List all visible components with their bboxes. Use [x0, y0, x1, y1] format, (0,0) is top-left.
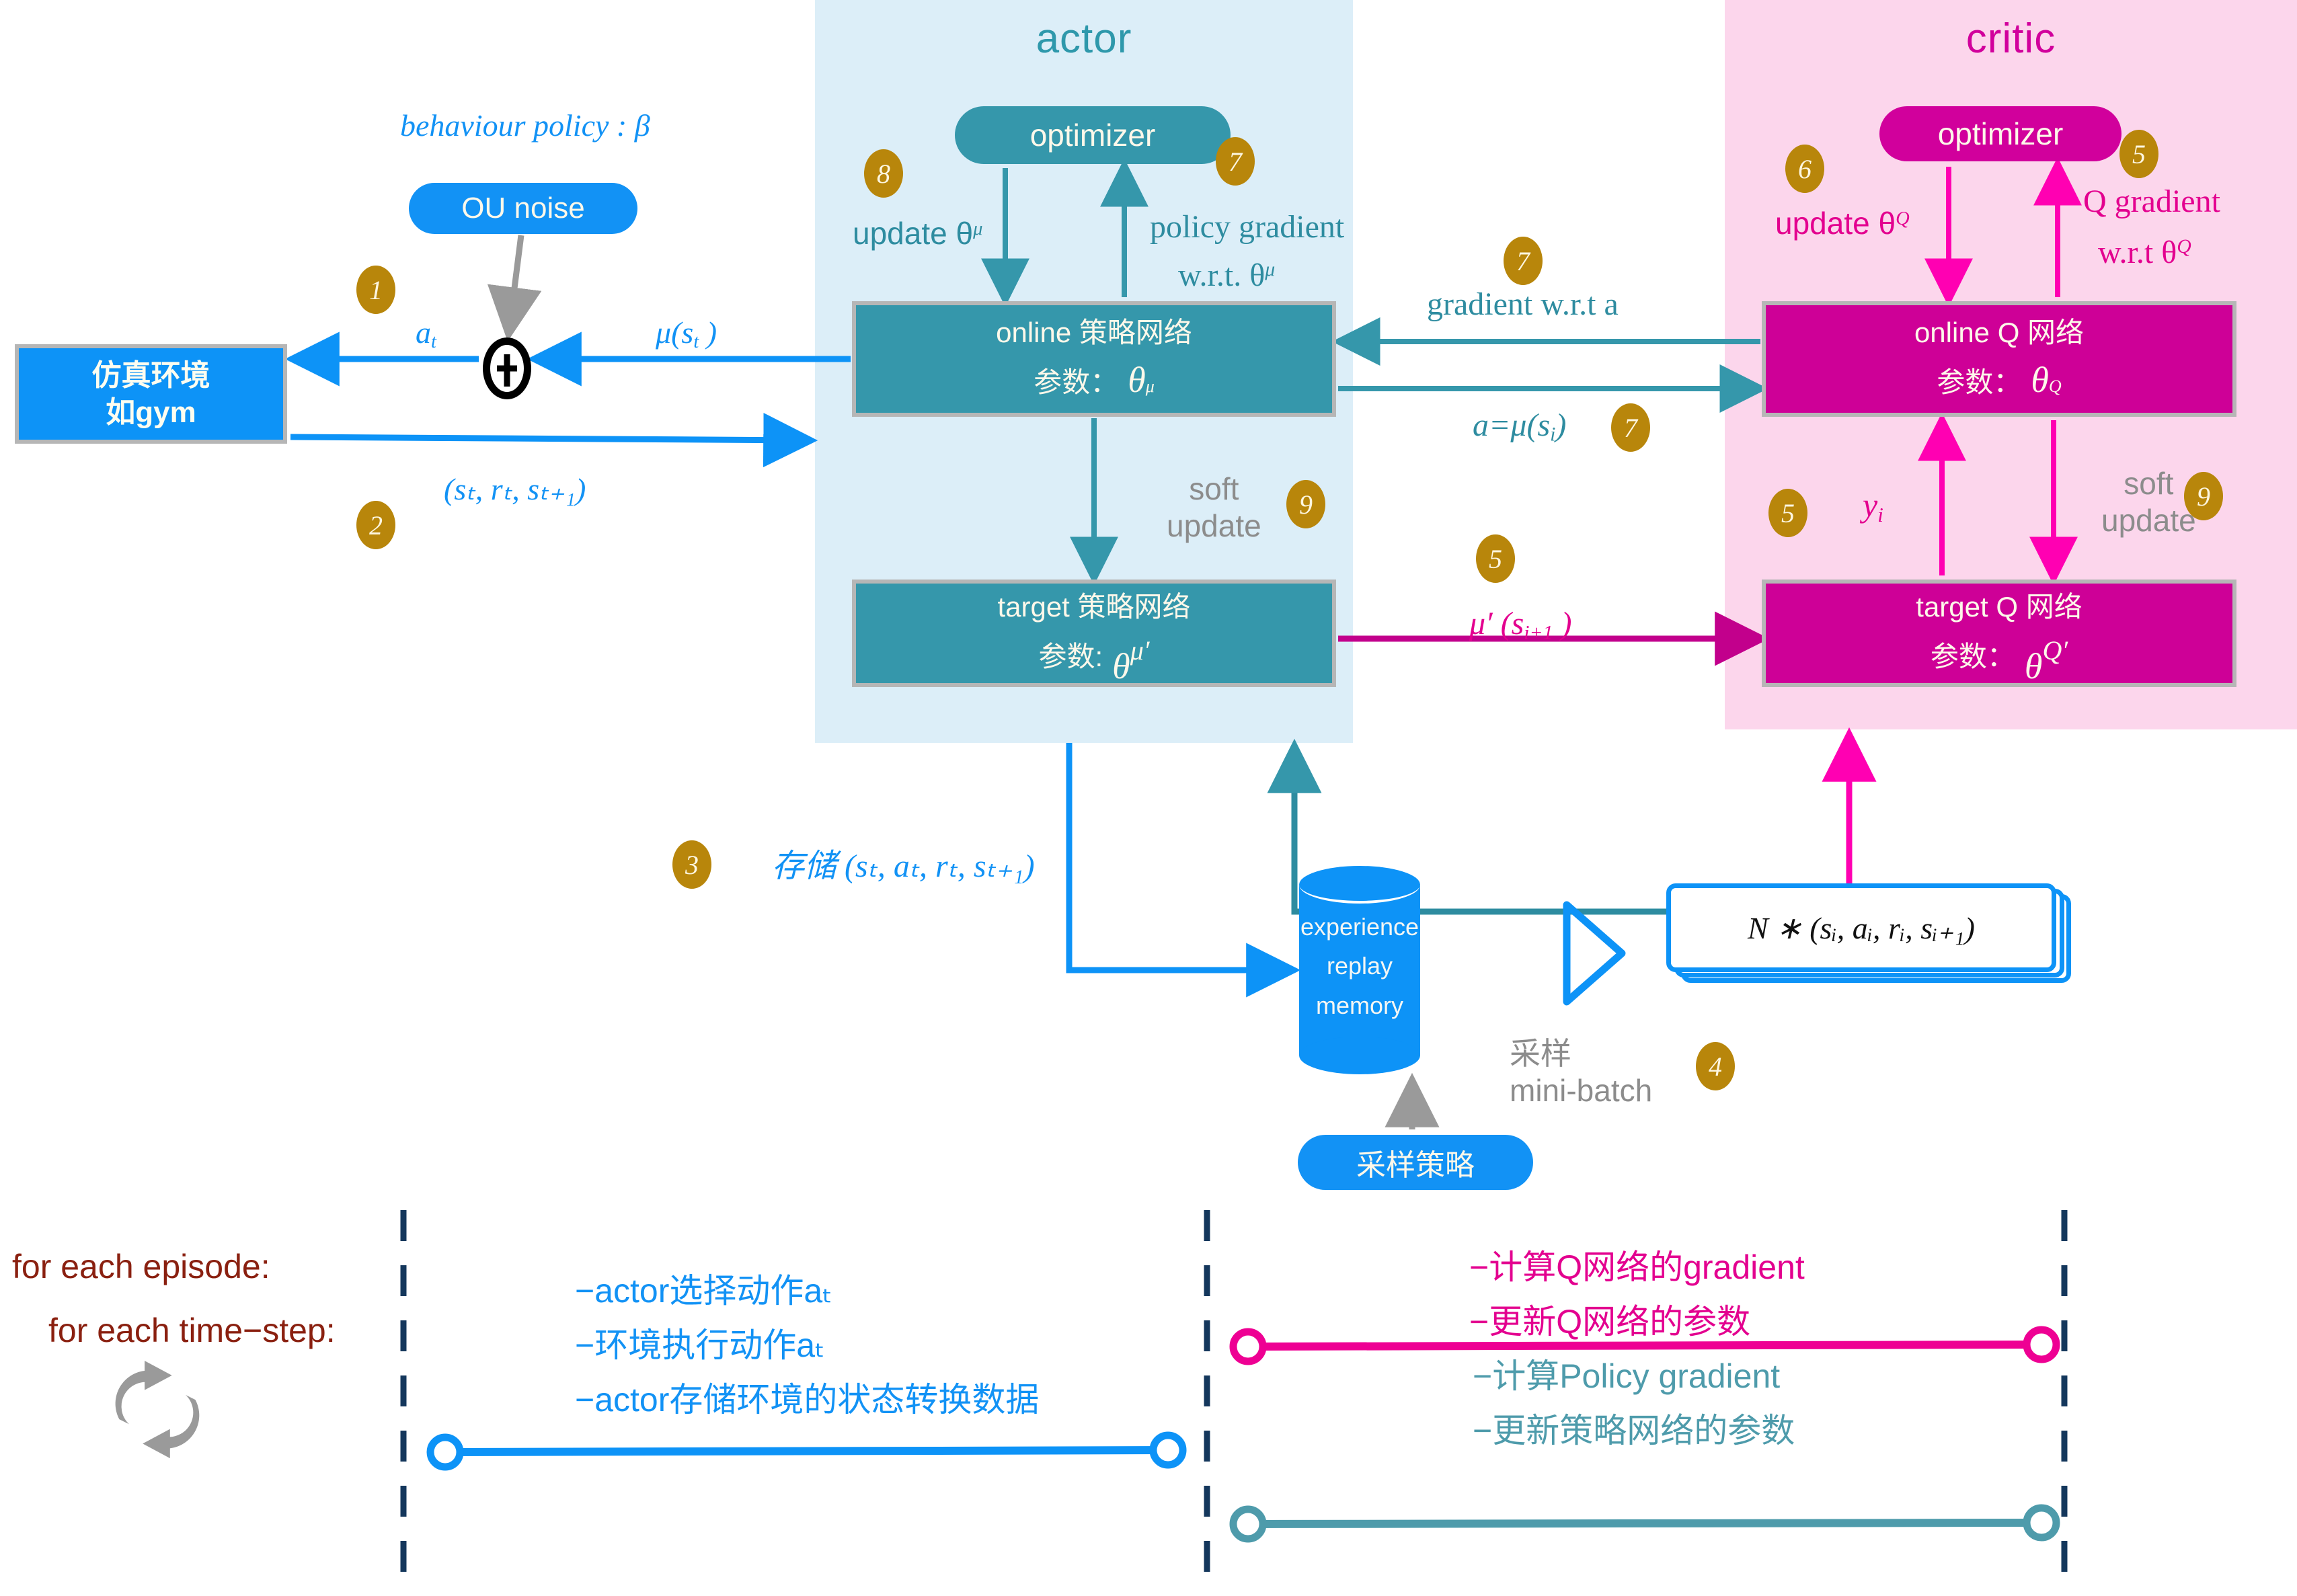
target-q-params-label: 参数：	[1930, 641, 2015, 673]
replay-line-1: experience	[1300, 913, 1419, 941]
step-badge-5-5: 5	[1768, 489, 1807, 537]
action-at-label: at	[416, 315, 436, 353]
experience-replay-memory: experience replay memory	[1299, 866, 1420, 1074]
online-policy-params-label: 参数：	[1034, 366, 1119, 399]
replay-line-2: replay	[1326, 952, 1393, 980]
a-equals-mu-label: a=μ(si)	[1473, 407, 1567, 446]
q-gradient-label-2: w.r.t θQ	[2098, 235, 2191, 270]
ou-noise-label: OU noise	[461, 192, 585, 225]
legend-loop-title-1: for each episode:	[12, 1248, 270, 1285]
target-q-theta: θ	[2024, 646, 2043, 687]
critic-panel-title: critic	[1965, 15, 2056, 62]
step-badge-7-9: 7	[1504, 237, 1543, 285]
critic-soft-update-label: soft update	[2101, 466, 2196, 538]
step-badge-5-4: 5	[1476, 534, 1515, 583]
sample-minibatch-label: 采样 mini-batch	[1510, 1036, 1653, 1109]
critic-optimizer-node: optimizer	[1879, 106, 2121, 161]
online-q-params-label: 参数：	[1937, 366, 2022, 399]
gradient-wrt-a-label: gradient w.r.t a	[1427, 286, 1619, 322]
actor-panel-title: actor	[1036, 15, 1132, 62]
step-badge-2-1: 2	[356, 501, 395, 549]
legend-critic-steps: −计算Q网络的gradient −更新Q网络的参数	[1469, 1240, 1805, 1349]
legend-blue-item-1: −环境执行动作aₜ	[575, 1326, 825, 1364]
q-gradient-label-1: Q gradient	[2083, 184, 2220, 219]
sum-plus-icon	[483, 337, 531, 399]
online-q-title: online Q 网络	[1914, 317, 2085, 349]
sampling-policy-label: 采样策略	[1356, 1149, 1475, 1182]
refresh-cycle-icon	[115, 1361, 200, 1459]
legend-actor-steps: −actor选择动作aₜ −环境执行动作aₜ −actor存储环境的状态转换数据	[575, 1264, 1039, 1427]
online-policy-theta-sup: μ	[1145, 376, 1155, 397]
store-transition-label: 存储 (sₜ, aₜ, rₜ, sₜ₊₁)	[772, 848, 1035, 884]
environment-box: 仿真环境 如gym	[15, 344, 287, 444]
target-policy-title: target 策略网络	[997, 591, 1191, 623]
replay-line-3: memory	[1315, 991, 1403, 1019]
target-q-title: target Q 网络	[1916, 591, 2082, 623]
policy-gradient-label-2: w.r.t. θμ	[1178, 257, 1276, 293]
online-q-theta: θ	[2031, 360, 2049, 401]
legend-teal-item-0: −计算Policy gradient	[1473, 1357, 1781, 1395]
actor-optimizer-label: optimizer	[1029, 118, 1156, 153]
transition-tuple-label: (sₜ, rₜ, sₜ₊₁)	[444, 472, 586, 506]
target-q-network-box: target Q 网络 参数： θ Q′	[1762, 580, 2236, 687]
step-badge-4-3: 4	[1696, 1042, 1735, 1090]
critic-optimizer-label: optimizer	[1937, 116, 2064, 151]
step-badge-9-12: 9	[1286, 480, 1325, 528]
y-i-label: yi	[1863, 486, 1883, 526]
mu-st-label: μ(st )	[656, 315, 717, 353]
update-theta-q-label: update θQ	[1775, 206, 1910, 241]
behaviour-policy-label: behaviour policy : β	[400, 108, 650, 143]
legend-blue-item-0: −actor选择动作aₜ	[575, 1272, 832, 1310]
step-badge-3-2: 3	[672, 840, 711, 889]
actor-optimizer-node: optimizer	[955, 106, 1231, 164]
target-policy-network-box: target 策略网络 参数: θ μ′	[852, 580, 1336, 687]
online-policy-network-box: online 策略网络 参数： θ μ	[852, 301, 1336, 417]
environment-line-2: 如gym	[106, 396, 196, 429]
step-badge-5-6: 5	[2119, 130, 2158, 178]
step-badge-7-10: 7	[1611, 403, 1650, 452]
sampling-policy-node: 采样策略	[1298, 1135, 1533, 1190]
actor-soft-update-label: soft update	[1167, 471, 1261, 544]
step-badge-6-7: 6	[1785, 145, 1824, 193]
online-q-network-box: online Q 网络 参数： θ Q	[1762, 301, 2236, 417]
update-theta-mu-label: update θμ	[853, 216, 983, 251]
batch-formula: N ∗ (sᵢ, aᵢ, rᵢ, sᵢ₊₁)	[1748, 911, 1975, 945]
policy-gradient-label-1: policy gradient	[1150, 209, 1345, 245]
target-policy-theta: θ	[1112, 646, 1130, 687]
mu-prime-label: μ′ (si+1 )	[1469, 606, 1572, 644]
step-badge-9-13: 9	[2184, 472, 2223, 520]
step-badge-1-0: 1	[356, 266, 395, 314]
online-q-theta-sup: Q	[2048, 376, 2062, 397]
step-badge-7-8: 7	[1216, 137, 1255, 186]
legend-blue-item-2: −actor存储环境的状态转换数据	[575, 1381, 1040, 1419]
ou-noise-node: OU noise	[409, 183, 637, 234]
environment-line-1: 仿真环境	[91, 359, 210, 392]
ddpg-architecture-diagram: actor critic 仿真环境 如gym behaviour policy …	[0, 0, 2297, 1596]
online-policy-title: online 策略网络	[996, 317, 1192, 349]
legend-magenta-item-1: −更新Q网络的参数	[1469, 1303, 1751, 1341]
target-policy-params-label: 参数:	[1038, 641, 1103, 673]
online-policy-theta: θ	[1128, 360, 1146, 401]
batch-card-front: N ∗ (sᵢ, aᵢ, rᵢ, sᵢ₊₁)	[1666, 883, 2056, 972]
step-badge-8-11: 8	[864, 149, 903, 198]
legend-policy-steps: −计算Policy gradient −更新策略网络的参数	[1473, 1349, 1795, 1458]
legend-teal-item-1: −更新策略网络的参数	[1473, 1412, 1795, 1449]
legend-loop-title-2: for each time−step:	[48, 1312, 336, 1349]
target-policy-theta-sup: μ′	[1130, 635, 1150, 666]
target-q-theta-sup: Q′	[2042, 635, 2068, 666]
legend-magenta-item-0: −计算Q网络的gradient	[1469, 1248, 1805, 1286]
